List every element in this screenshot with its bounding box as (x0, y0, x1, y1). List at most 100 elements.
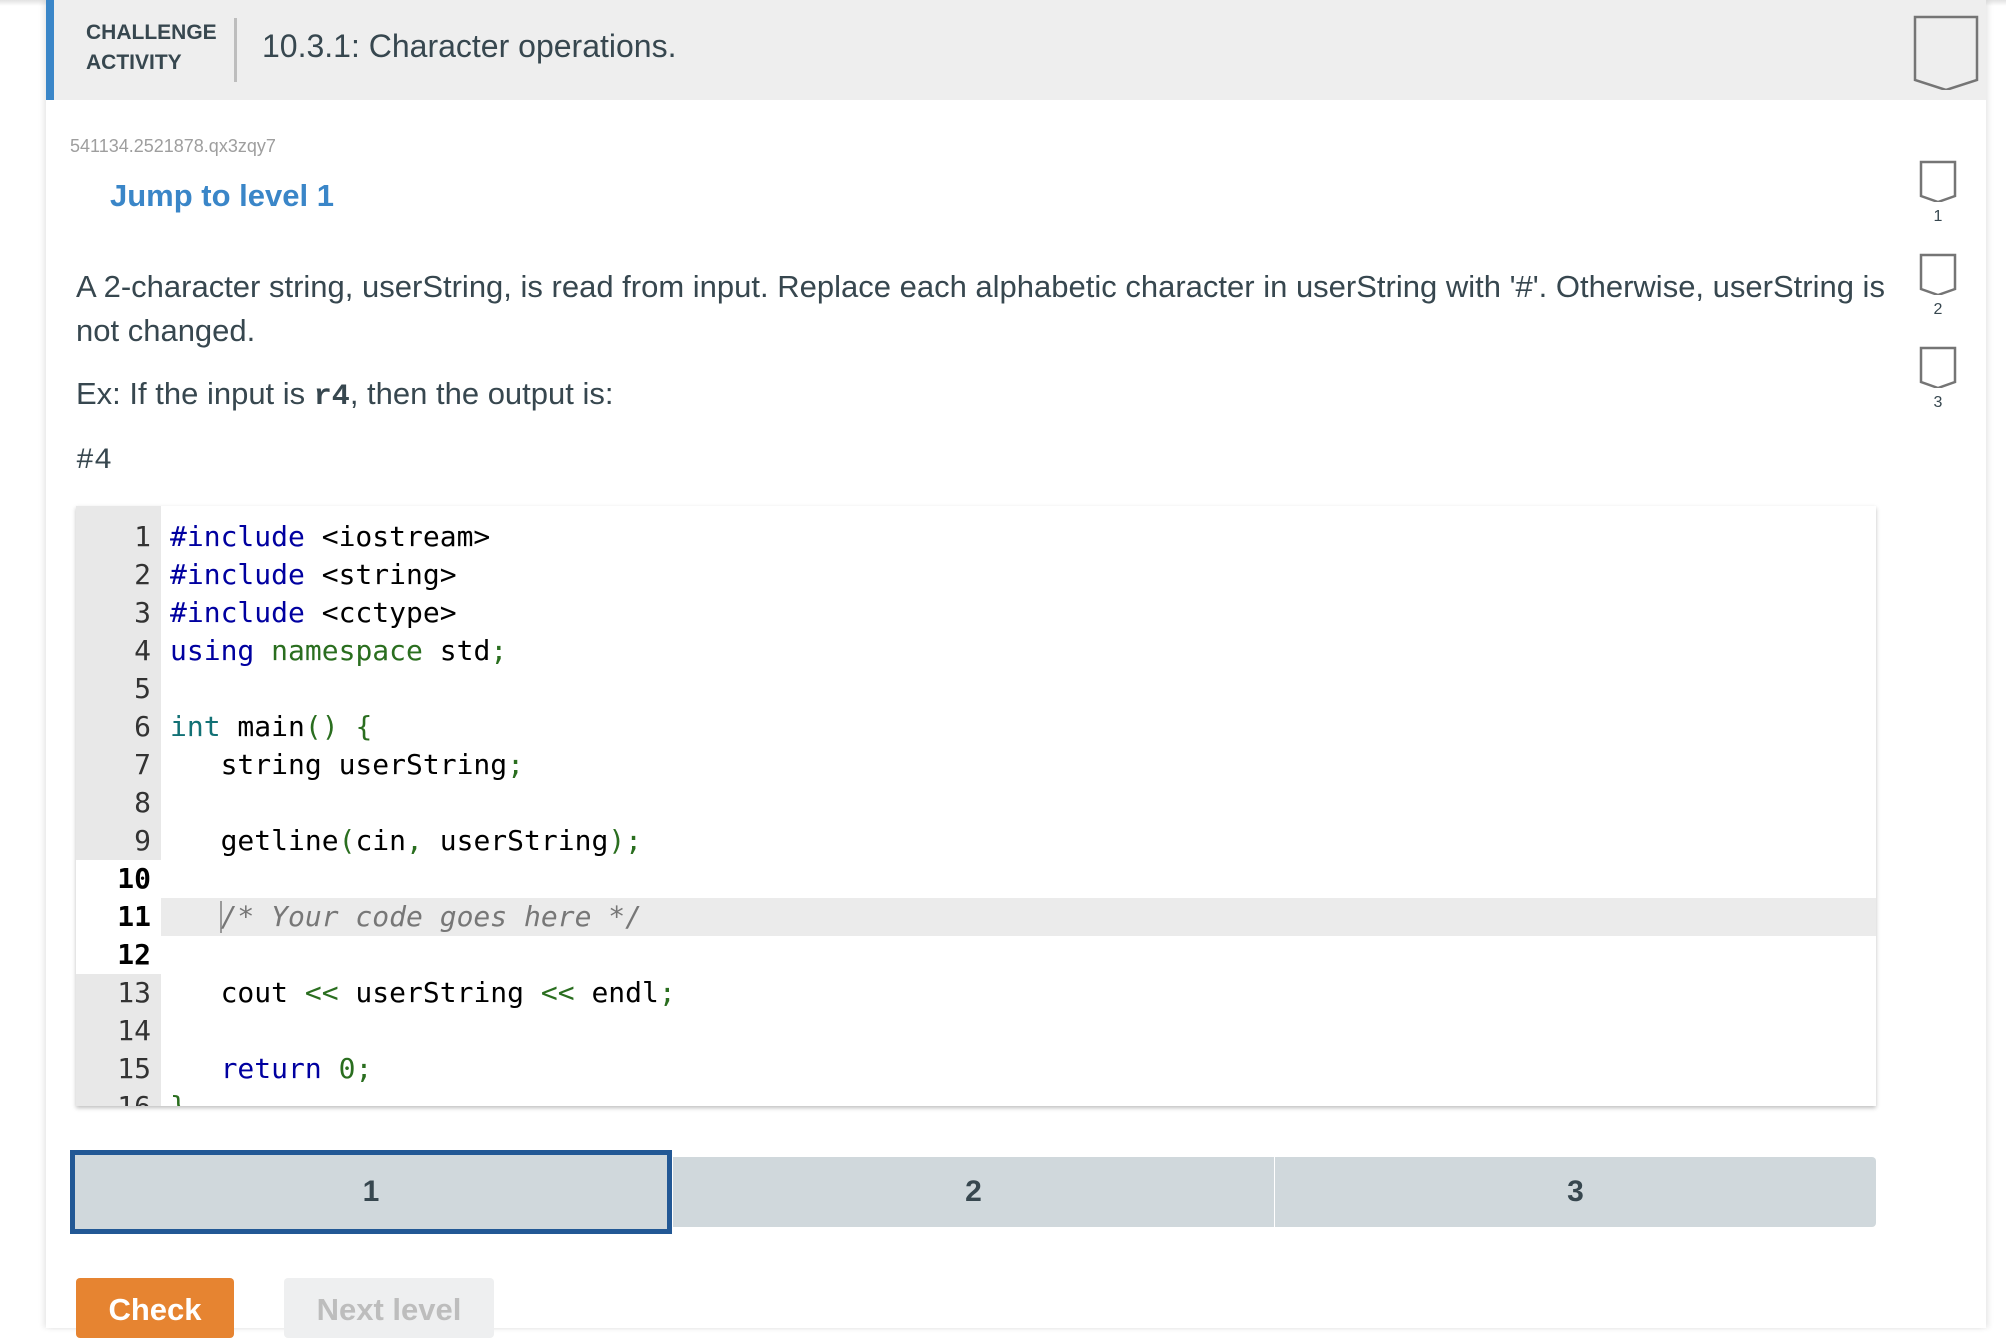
code-token: cin (355, 824, 407, 857)
badge-outline-icon (1919, 253, 1957, 295)
code-token: #include (170, 520, 305, 553)
code-text[interactable]: return 0; (170, 1050, 373, 1088)
code-line[interactable]: 11 /* Your code goes here */ (76, 898, 1876, 936)
next-level-button[interactable]: Next level (284, 1278, 494, 1338)
code-token: /* Your code goes here */ (170, 900, 643, 933)
code-token: #include (170, 558, 305, 591)
code-token: namespace (271, 634, 423, 667)
level-badge-label: 2 (1933, 301, 1943, 318)
level-badge-3[interactable]: 3 (1912, 346, 1964, 439)
code-token: endl (574, 976, 659, 1009)
code-token: , (406, 824, 423, 857)
example-text: Ex: If the input is r4, then the output … (76, 376, 614, 414)
code-token: <iostream> (304, 520, 491, 553)
code-text[interactable]: cout << userString << endl; (170, 974, 676, 1012)
line-number: 1 (134, 520, 151, 553)
line-number: 14 (117, 1014, 151, 1047)
level-tabs: 123 (70, 1150, 1876, 1234)
level-badge-label: 3 (1933, 394, 1943, 411)
code-token: ; (355, 1052, 373, 1085)
line-number: 15 (117, 1052, 151, 1085)
code-line[interactable]: 15 return 0; (76, 1050, 1876, 1088)
code-text[interactable]: /* Your code goes here */ (170, 898, 642, 936)
code-token: <string> (304, 558, 457, 591)
code-token: ( (338, 824, 356, 857)
code-text[interactable]: int main() { (170, 708, 372, 746)
code-token: int (170, 710, 221, 743)
check-button[interactable]: Check (76, 1278, 234, 1338)
code-token: #include (170, 596, 305, 629)
code-line[interactable]: 5 (76, 670, 1876, 708)
line-number: 3 (134, 596, 151, 629)
code-text[interactable]: #include <string> (170, 556, 457, 594)
code-line[interactable]: 8 (76, 784, 1876, 822)
example-suffix: , then the output is: (349, 376, 614, 411)
code-token: main (220, 710, 305, 743)
code-token: string userString (170, 748, 508, 781)
code-text[interactable]: } (170, 1088, 187, 1106)
code-text[interactable]: #include <iostream> (170, 518, 490, 556)
code-token: << (304, 976, 339, 1009)
line-number: 4 (134, 634, 151, 667)
line-number: 5 (134, 672, 151, 705)
code-token: 0 (338, 1052, 356, 1085)
code-editor[interactable]: 1 #include <iostream> 2 #include <string> 3 #… (76, 506, 1876, 1106)
level-tab-3[interactable]: 3 (1275, 1157, 1876, 1227)
code-line[interactable]: 10 (76, 860, 1876, 898)
code-line[interactable]: 4 using namespace std; (76, 632, 1876, 670)
badge-outline-icon (1919, 160, 1957, 202)
activity-id: 541134.2521878.qx3zqy7 (70, 136, 276, 156)
activity-header: CHALLENGE ACTIVITY 10.3.1: Character ope… (46, 0, 1986, 100)
line-number: 12 (76, 936, 161, 974)
code-token: ; (658, 976, 676, 1009)
code-token: cout (170, 976, 305, 1009)
line-number: 6 (134, 710, 151, 743)
code-token: <cctype> (304, 596, 457, 629)
code-line[interactable]: 14 (76, 1012, 1876, 1050)
level-badge-2[interactable]: 2 (1912, 253, 1964, 346)
code-text[interactable]: using namespace std; (170, 632, 507, 670)
line-number: 9 (134, 824, 151, 857)
code-text[interactable]: getline(cin, userString); (170, 822, 642, 860)
header-divider (234, 18, 237, 82)
code-token: () (304, 710, 339, 743)
code-line[interactable]: 3 #include <cctype> (76, 594, 1876, 632)
code-line[interactable]: 12 (76, 936, 1876, 974)
code-token: ; (490, 634, 508, 667)
level-tab-1[interactable]: 1 (70, 1150, 672, 1234)
activity-title: 10.3.1: Character operations. (262, 28, 677, 64)
code-line[interactable]: 6 int main() { (76, 708, 1876, 746)
example-input: r4 (313, 380, 350, 414)
code-text[interactable]: string userString; (170, 746, 524, 784)
problem-statement: A 2-character string, userString, is rea… (76, 269, 1885, 348)
example-prefix: Ex: If the input is (76, 376, 314, 411)
code-line[interactable]: 7 string userString; (76, 746, 1876, 784)
level-badge-1[interactable]: 1 (1912, 160, 1964, 253)
line-number: 10 (76, 860, 161, 898)
badge-outline-icon (1913, 15, 1979, 90)
code-token: } (170, 1090, 187, 1106)
line-number: 2 (134, 558, 151, 591)
code-text[interactable]: #include <cctype> (170, 594, 457, 632)
level-progress-badges: 1 2 3 (1912, 160, 1964, 439)
level-badge-label: 1 (1933, 208, 1943, 225)
code-line[interactable]: 16} (76, 1088, 1876, 1106)
code-token: ; (507, 748, 525, 781)
level-tab-2[interactable]: 2 (673, 1157, 1274, 1227)
challenge-activity-panel: CHALLENGE ACTIVITY 10.3.1: Character ope… (46, 0, 1986, 1338)
line-number: 16 (76, 1088, 151, 1106)
code-line[interactable]: 13 cout << userString << endl; (76, 974, 1876, 1012)
kind-line-2: ACTIVITY (86, 51, 182, 74)
code-token: userString (422, 824, 609, 857)
code-token: { (355, 710, 373, 743)
code-line[interactable]: 9 getline(cin, userString); (76, 822, 1876, 860)
code-line[interactable]: 1 #include <iostream> (76, 518, 1876, 556)
jump-to-level-link[interactable]: Jump to level 1 (110, 178, 334, 214)
code-line[interactable]: 2 #include <string> (76, 556, 1876, 594)
line-number: 13 (117, 976, 151, 1009)
kind-line-1: CHALLENGE (86, 21, 217, 44)
code-token: std (422, 634, 491, 667)
